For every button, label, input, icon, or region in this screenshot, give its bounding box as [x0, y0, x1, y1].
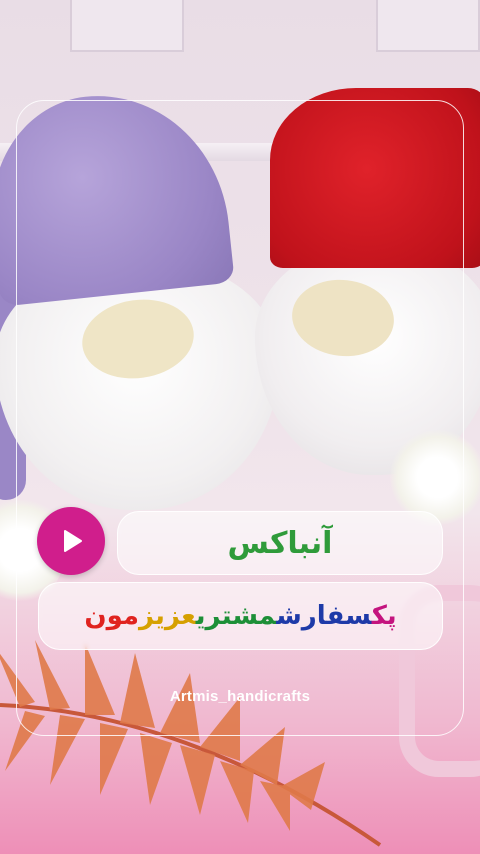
video-title: آنباکس	[227, 525, 333, 561]
play-icon	[64, 530, 82, 552]
subtitle-pill: پکسفارشمشتریعزیزمون	[38, 582, 443, 650]
wall-ornament	[376, 0, 480, 52]
wall-ornament	[70, 0, 184, 52]
subtitle-word: مشتری	[195, 601, 277, 631]
play-button[interactable]	[37, 507, 105, 575]
account-handle: Artmis_handicrafts	[169, 688, 311, 705]
title-pill: آنباکس	[117, 511, 443, 575]
subtitle-word: پک	[371, 601, 397, 631]
subtitle-word: سفارش	[276, 601, 372, 631]
subtitle-word: عزیز	[139, 601, 196, 631]
video-subtitle: پکسفارشمشتریعزیزمون	[84, 601, 396, 631]
subtitle-word: مون	[84, 601, 139, 631]
